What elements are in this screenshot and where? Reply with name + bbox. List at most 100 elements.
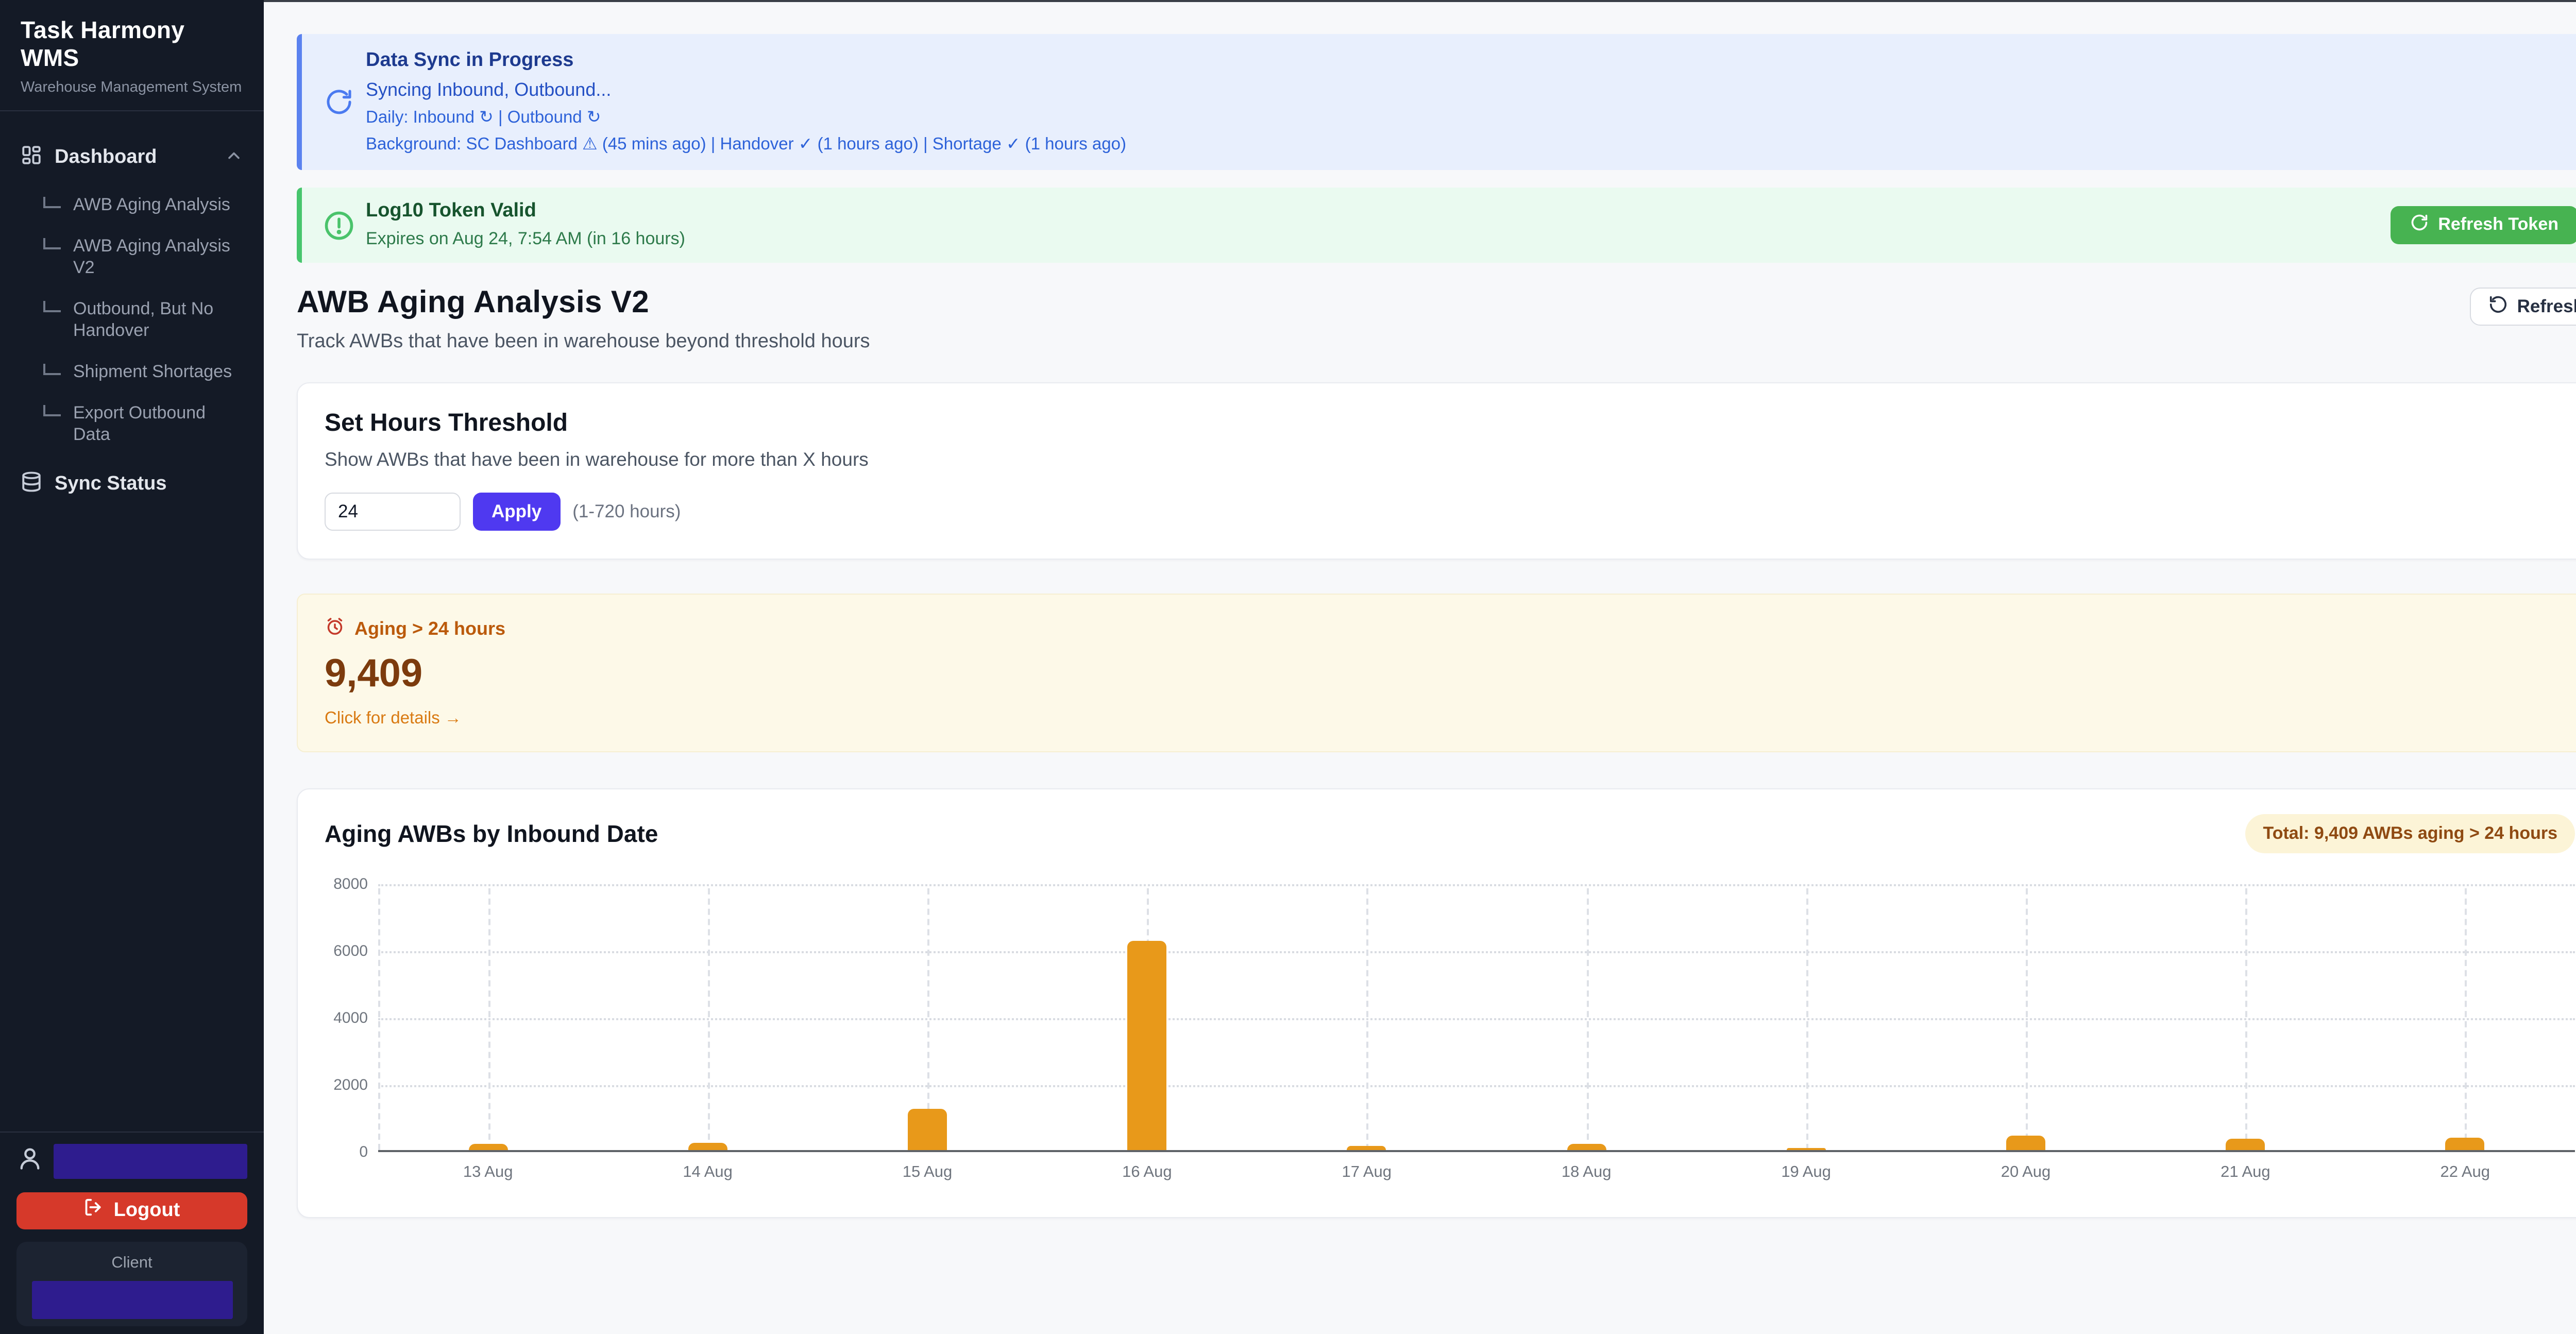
page-header: AWB Aging Analysis V2 Track AWBs that ha…	[297, 285, 2576, 353]
sidebar: Task Harmony WMS Warehouse Management Sy…	[0, 0, 264, 1334]
aging-label: Aging > 24 hours	[354, 618, 505, 640]
x-tick-label: 16 Aug	[1122, 1163, 1172, 1182]
page-header-text: AWB Aging Analysis V2 Track AWBs that ha…	[297, 285, 870, 353]
sidebar-item-shipment-shortages[interactable]: Shipment Shortages	[43, 361, 247, 382]
bar-19-aug[interactable]	[1787, 1147, 1826, 1150]
bar-20-aug[interactable]	[2006, 1136, 2045, 1150]
sidebar-item-awb-aging-analysis-v2[interactable]: AWB Aging Analysis V2	[43, 235, 247, 278]
sidebar-item-label: Sync Status	[55, 473, 243, 496]
threshold-title: Set Hours Threshold	[325, 409, 2575, 438]
app-root: Task Harmony WMS Warehouse Management Sy…	[0, 0, 2576, 1334]
apply-button[interactable]: Apply	[473, 493, 560, 531]
refresh-label: Refresh	[2517, 296, 2576, 317]
chevron-up-icon	[225, 146, 243, 170]
chart-header: Aging AWBs by Inbound Date Total: 9,409 …	[325, 814, 2575, 853]
sidebar-item-awb-aging-analysis[interactable]: AWB Aging Analysis	[43, 194, 247, 215]
x-tick-label: 17 Aug	[1342, 1163, 1392, 1182]
x-tick-label: 15 Aug	[903, 1163, 953, 1182]
y-tick-label: 0	[359, 1143, 368, 1161]
tree-branch-icon	[43, 197, 61, 208]
sidebar-item-label: Export Outbound Data	[73, 402, 238, 445]
sidebar-item-sync-status[interactable]: Sync Status	[16, 465, 247, 504]
vertical-gridline	[708, 888, 710, 1150]
tree-branch-icon	[43, 238, 61, 249]
refresh-button[interactable]: Refresh	[2470, 288, 2576, 326]
aging-summary-card[interactable]: Aging > 24 hours 9,409 Click for details…	[297, 594, 2576, 752]
tree-branch-icon	[43, 301, 61, 312]
client-label: Client	[31, 1254, 233, 1272]
sidebar-item-label: Shipment Shortages	[73, 361, 238, 382]
sidebar-item-outbound-no-handover[interactable]: Outbound, But No Handover	[43, 298, 247, 341]
sidebar-item-label: AWB Aging Analysis V2	[73, 235, 238, 278]
bar-18-aug[interactable]	[1567, 1144, 1606, 1150]
x-tick-label: 13 Aug	[463, 1163, 513, 1182]
bar-16-aug[interactable]	[1127, 941, 1166, 1150]
bar-14-aug[interactable]	[688, 1143, 727, 1150]
x-tick-label: 18 Aug	[1562, 1163, 1612, 1182]
horizontal-gridline	[378, 884, 2575, 886]
sync-refresh-icon	[325, 88, 353, 122]
sidebar-nav: Dashboard AWB Aging Analysis AWB Aging A…	[0, 111, 264, 504]
refresh-token-button[interactable]: Refresh Token	[2391, 206, 2576, 244]
sidebar-item-export-outbound-data[interactable]: Export Outbound Data	[43, 402, 247, 445]
sync-background-line[interactable]: Background: SC Dashboard ⚠ (45 mins ago)…	[366, 134, 2576, 155]
client-value-redacted	[31, 1280, 232, 1319]
page-title: AWB Aging Analysis V2	[297, 285, 870, 320]
page-subtitle: Track AWBs that have been in warehouse b…	[297, 331, 870, 353]
y-axis-labels: 02000400060008000	[325, 884, 378, 1152]
y-tick-label: 4000	[333, 1009, 368, 1027]
sync-banner-title: Data Sync in Progress	[366, 49, 2576, 72]
threshold-range-hint: (1-720 hours)	[572, 501, 681, 522]
aging-details-link[interactable]: Click for details →	[325, 709, 462, 729]
app-title: Task Harmony WMS	[21, 16, 243, 72]
app-subtitle: Warehouse Management System	[21, 79, 243, 96]
x-tick-label: 20 Aug	[2001, 1163, 2051, 1182]
token-banner-text: Log10 Token Valid Expires on Aug 24, 7:5…	[366, 200, 685, 249]
sync-banner-subtitle: Syncing Inbound, Outbound...	[366, 79, 2576, 101]
token-banner-title: Log10 Token Valid	[366, 200, 685, 223]
aging-label-row: Aging > 24 hours	[325, 616, 2575, 642]
alarm-clock-icon	[325, 616, 345, 642]
dashboard-grid-icon	[21, 144, 42, 171]
bar-22-aug[interactable]	[2446, 1137, 2485, 1150]
bar-13-aug[interactable]	[468, 1144, 507, 1150]
threshold-input[interactable]	[325, 493, 461, 531]
sidebar-header: Task Harmony WMS Warehouse Management Sy…	[0, 0, 264, 111]
sidebar-footer: Logout Client	[0, 1131, 264, 1334]
sidebar-item-label: AWB Aging Analysis	[73, 194, 238, 215]
logout-button[interactable]: Logout	[16, 1192, 247, 1229]
x-tick-label: 14 Aug	[683, 1163, 733, 1182]
threshold-card: Set Hours Threshold Show AWBs that have …	[297, 382, 2576, 560]
threshold-description: Show AWBs that have been in warehouse fo…	[325, 448, 2575, 471]
vertical-gridline	[1367, 888, 1369, 1150]
token-banner-subtitle: Expires on Aug 24, 7:54 AM (in 16 hours)	[366, 229, 685, 249]
vertical-gridline	[2465, 888, 2467, 1150]
user-icon	[16, 1145, 43, 1177]
vertical-gridline	[488, 888, 490, 1150]
chart-total-badge: Total: 9,409 AWBs aging > 24 hours	[2245, 814, 2575, 853]
x-axis-labels: 13 Aug 14 Aug 15 Aug 16 Aug 17 Aug 18 Aug 19 A…	[378, 1163, 2575, 1190]
data-sync-banner: Data Sync in Progress Syncing Inbound, O…	[297, 34, 2576, 170]
chart-title: Aging AWBs by Inbound Date	[325, 820, 658, 848]
bar-21-aug[interactable]	[2226, 1139, 2265, 1150]
circle-alert-icon	[323, 209, 355, 247]
x-tick-label: 19 Aug	[1781, 1163, 1831, 1182]
y-tick-label: 2000	[333, 1076, 368, 1094]
y-tick-label: 6000	[333, 942, 368, 960]
token-banner: Log10 Token Valid Expires on Aug 24, 7:5…	[297, 188, 2576, 263]
vertical-gridline	[1586, 888, 1588, 1150]
x-tick-label: 21 Aug	[2221, 1163, 2270, 1182]
client-card: Client	[16, 1241, 247, 1326]
plot-area	[378, 884, 2575, 1152]
sync-daily-line[interactable]: Daily: Inbound ↻ | Outbound ↻	[366, 107, 2576, 128]
dashboard-subnav: AWB Aging Analysis AWB Aging Analysis V2…	[43, 194, 247, 445]
bar-17-aug[interactable]	[1347, 1146, 1386, 1150]
sidebar-item-dashboard[interactable]: Dashboard	[16, 138, 247, 177]
refresh-icon	[2410, 213, 2429, 237]
main-content: Data Sync in Progress Syncing Inbound, O…	[264, 0, 2576, 1218]
bar-15-aug[interactable]	[908, 1109, 947, 1150]
x-tick-label: 22 Aug	[2441, 1163, 2490, 1182]
vertical-gridline	[2245, 888, 2247, 1150]
username-redacted	[54, 1143, 247, 1178]
y-tick-label: 8000	[333, 875, 368, 893]
